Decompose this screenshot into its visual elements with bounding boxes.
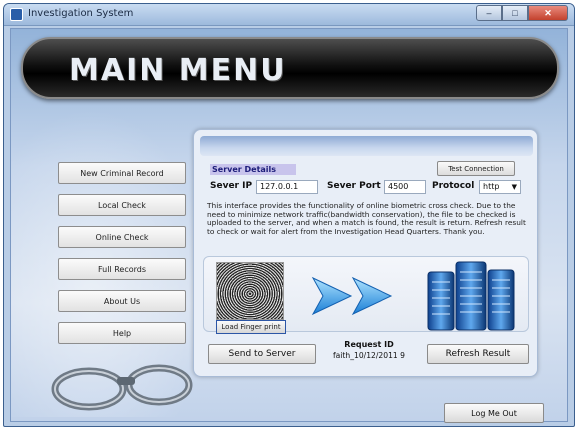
send-to-server-button[interactable]: Send to Server <box>208 344 316 364</box>
handcuffs-image <box>51 364 193 411</box>
page-title: MAIN MENU <box>69 53 287 88</box>
chevron-down-icon: ▼ <box>511 183 517 191</box>
app-window: Investigation System – □ ✕ MAIN MENU New… <box>3 3 575 427</box>
main-content: MAIN MENU New Criminal Record Local Chec… <box>10 28 568 423</box>
protocol-value: http <box>483 182 500 191</box>
online-check-panel: Server Details Test Connection Sever IP … <box>193 129 538 377</box>
local-check-button[interactable]: Local Check <box>58 194 186 216</box>
upload-arrows-icon <box>311 276 393 316</box>
about-us-button[interactable]: About Us <box>58 290 186 312</box>
request-id-value: faith_10/12/2011 9 <box>332 351 406 360</box>
protocol-select[interactable]: http ▼ <box>479 180 521 194</box>
server-port-label: Sever Port <box>327 181 381 191</box>
refresh-result-button[interactable]: Refresh Result <box>427 344 529 364</box>
server-ip-field[interactable]: 127.0.0.1 <box>256 180 318 194</box>
app-icon <box>10 8 23 21</box>
protocol-label: Protocol <box>432 181 475 191</box>
request-id-label: Request ID <box>344 340 394 349</box>
panel-header-strip <box>200 136 533 156</box>
window-controls: – □ ✕ <box>476 5 568 22</box>
server-ip-label: Sever IP <box>210 181 253 191</box>
minimize-button[interactable]: – <box>476 5 502 21</box>
server-details-heading: Server Details <box>210 164 296 175</box>
close-button[interactable]: ✕ <box>528 5 568 21</box>
online-check-button[interactable]: Online Check <box>58 226 186 248</box>
window-title: Investigation System <box>28 8 134 19</box>
description-text: This interface provides the functionalit… <box>207 201 526 236</box>
title-bar[interactable]: Investigation System – □ ✕ <box>4 4 574 26</box>
log-out-button[interactable]: Log Me Out <box>444 403 544 423</box>
test-connection-button[interactable]: Test Connection <box>437 161 515 176</box>
server-port-field[interactable]: 4500 <box>384 180 426 194</box>
main-menu-banner: MAIN MENU <box>21 37 559 99</box>
new-criminal-record-button[interactable]: New Criminal Record <box>58 162 186 184</box>
load-fingerprint-button[interactable]: Load Finger print <box>216 320 286 334</box>
maximize-button[interactable]: □ <box>502 5 528 21</box>
fingerprint-image <box>216 262 284 320</box>
server-icon <box>427 261 515 331</box>
full-records-button[interactable]: Full Records <box>58 258 186 280</box>
